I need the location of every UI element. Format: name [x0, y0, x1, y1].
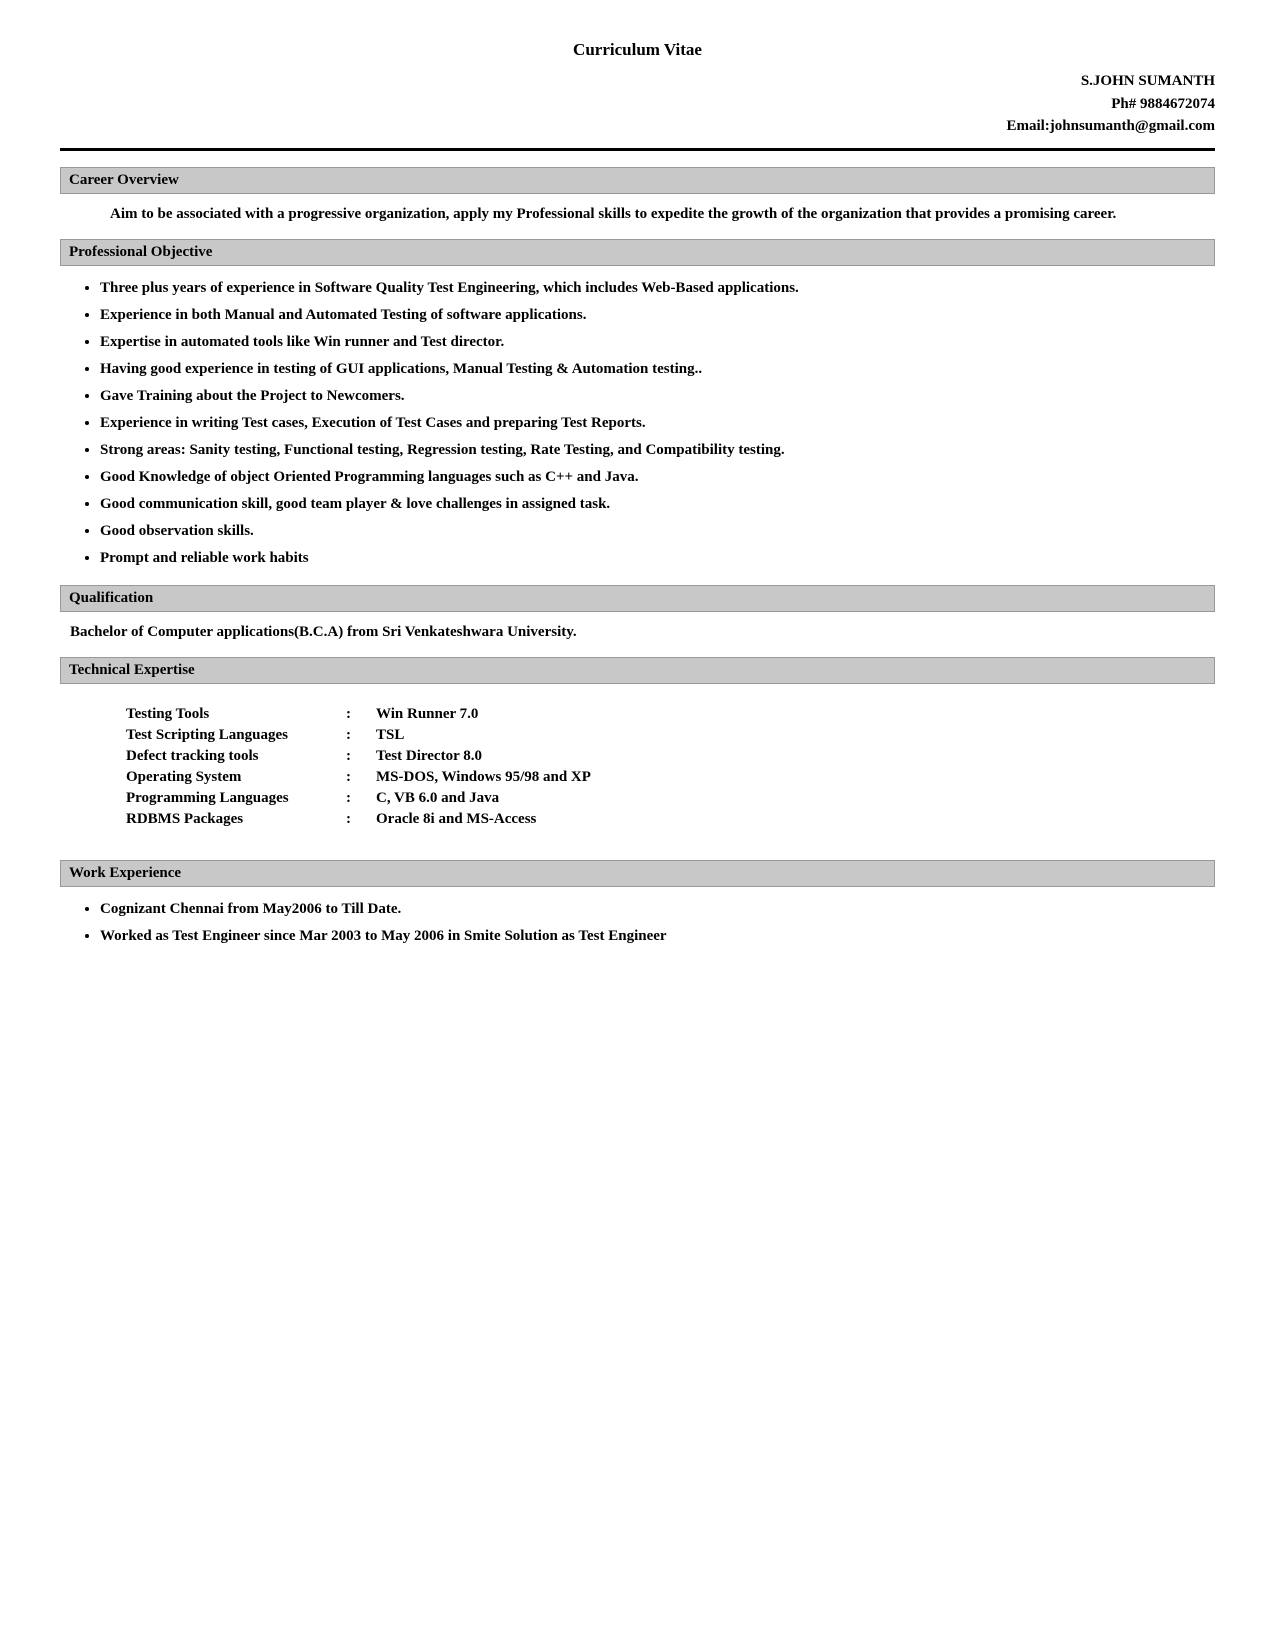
tech-value: Win Runner 7.0	[370, 704, 670, 725]
list-item: Having good experience in testing of GUI…	[100, 359, 1215, 380]
list-item: Worked as Test Engineer since Mar 2003 t…	[100, 926, 1215, 947]
tech-label: Test Scripting Languages	[120, 725, 340, 746]
list-item: Good communication skill, good team play…	[100, 494, 1215, 515]
table-row: Programming Languages:C, VB 6.0 and Java	[120, 788, 670, 809]
list-item: Cognizant Chennai from May2006 to Till D…	[100, 899, 1215, 920]
table-row: Defect tracking tools:Test Director 8.0	[120, 746, 670, 767]
list-item: Good observation skills.	[100, 521, 1215, 542]
tech-colon: :	[340, 767, 370, 788]
tech-colon: :	[340, 746, 370, 767]
header-info: S.JOHN SUMANTH Ph# 9884672074 Email:john…	[60, 70, 1215, 138]
cv-title: Curriculum Vitae	[60, 40, 1215, 60]
table-row: RDBMS Packages:Oracle 8i and MS-Access	[120, 809, 670, 830]
tech-label: Operating System	[120, 767, 340, 788]
qualification-header: Qualification	[60, 585, 1215, 612]
tech-value: C, VB 6.0 and Java	[370, 788, 670, 809]
tech-value: Test Director 8.0	[370, 746, 670, 767]
list-item: Three plus years of experience in Softwa…	[100, 278, 1215, 299]
list-item: Gave Training about the Project to Newco…	[100, 386, 1215, 407]
candidate-email: Email:johnsumanth@gmail.com	[60, 115, 1215, 138]
technical-expertise-table: Testing Tools:Win Runner 7.0Test Scripti…	[120, 704, 670, 830]
technical-expertise-header: Technical Expertise	[60, 657, 1215, 684]
tech-value: MS-DOS, Windows 95/98 and XP	[370, 767, 670, 788]
tech-label: RDBMS Packages	[120, 809, 340, 830]
header-divider	[60, 148, 1215, 151]
list-item: Good Knowledge of object Oriented Progra…	[100, 467, 1215, 488]
tech-colon: :	[340, 788, 370, 809]
tech-value: Oracle 8i and MS-Access	[370, 809, 670, 830]
tech-colon: :	[340, 725, 370, 746]
list-item: Experience in both Manual and Automated …	[100, 305, 1215, 326]
tech-label: Defect tracking tools	[120, 746, 340, 767]
table-row: Testing Tools:Win Runner 7.0	[120, 704, 670, 725]
professional-objective-header: Professional Objective	[60, 239, 1215, 266]
table-row: Operating System:MS-DOS, Windows 95/98 a…	[120, 767, 670, 788]
tech-label: Testing Tools	[120, 704, 340, 725]
list-item: Strong areas: Sanity testing, Functional…	[100, 440, 1215, 461]
qualification-text: Bachelor of Computer applications(B.C.A)…	[70, 624, 1215, 641]
list-item: Prompt and reliable work habits	[100, 548, 1215, 569]
career-overview-header: Career Overview	[60, 167, 1215, 194]
table-row: Test Scripting Languages:TSL	[120, 725, 670, 746]
tech-label: Programming Languages	[120, 788, 340, 809]
tech-colon: :	[340, 704, 370, 725]
candidate-phone: Ph# 9884672074	[60, 93, 1215, 116]
tech-colon: :	[340, 809, 370, 830]
tech-value: TSL	[370, 725, 670, 746]
career-overview-text: Aim to be associated with a progressive …	[110, 206, 1215, 223]
candidate-name: S.JOHN SUMANTH	[60, 70, 1215, 93]
professional-objective-list: Three plus years of experience in Softwa…	[100, 278, 1215, 569]
list-item: Expertise in automated tools like Win ru…	[100, 332, 1215, 353]
work-experience-list: Cognizant Chennai from May2006 to Till D…	[100, 899, 1215, 947]
list-item: Experience in writing Test cases, Execut…	[100, 413, 1215, 434]
work-experience-header: Work Experience	[60, 860, 1215, 887]
